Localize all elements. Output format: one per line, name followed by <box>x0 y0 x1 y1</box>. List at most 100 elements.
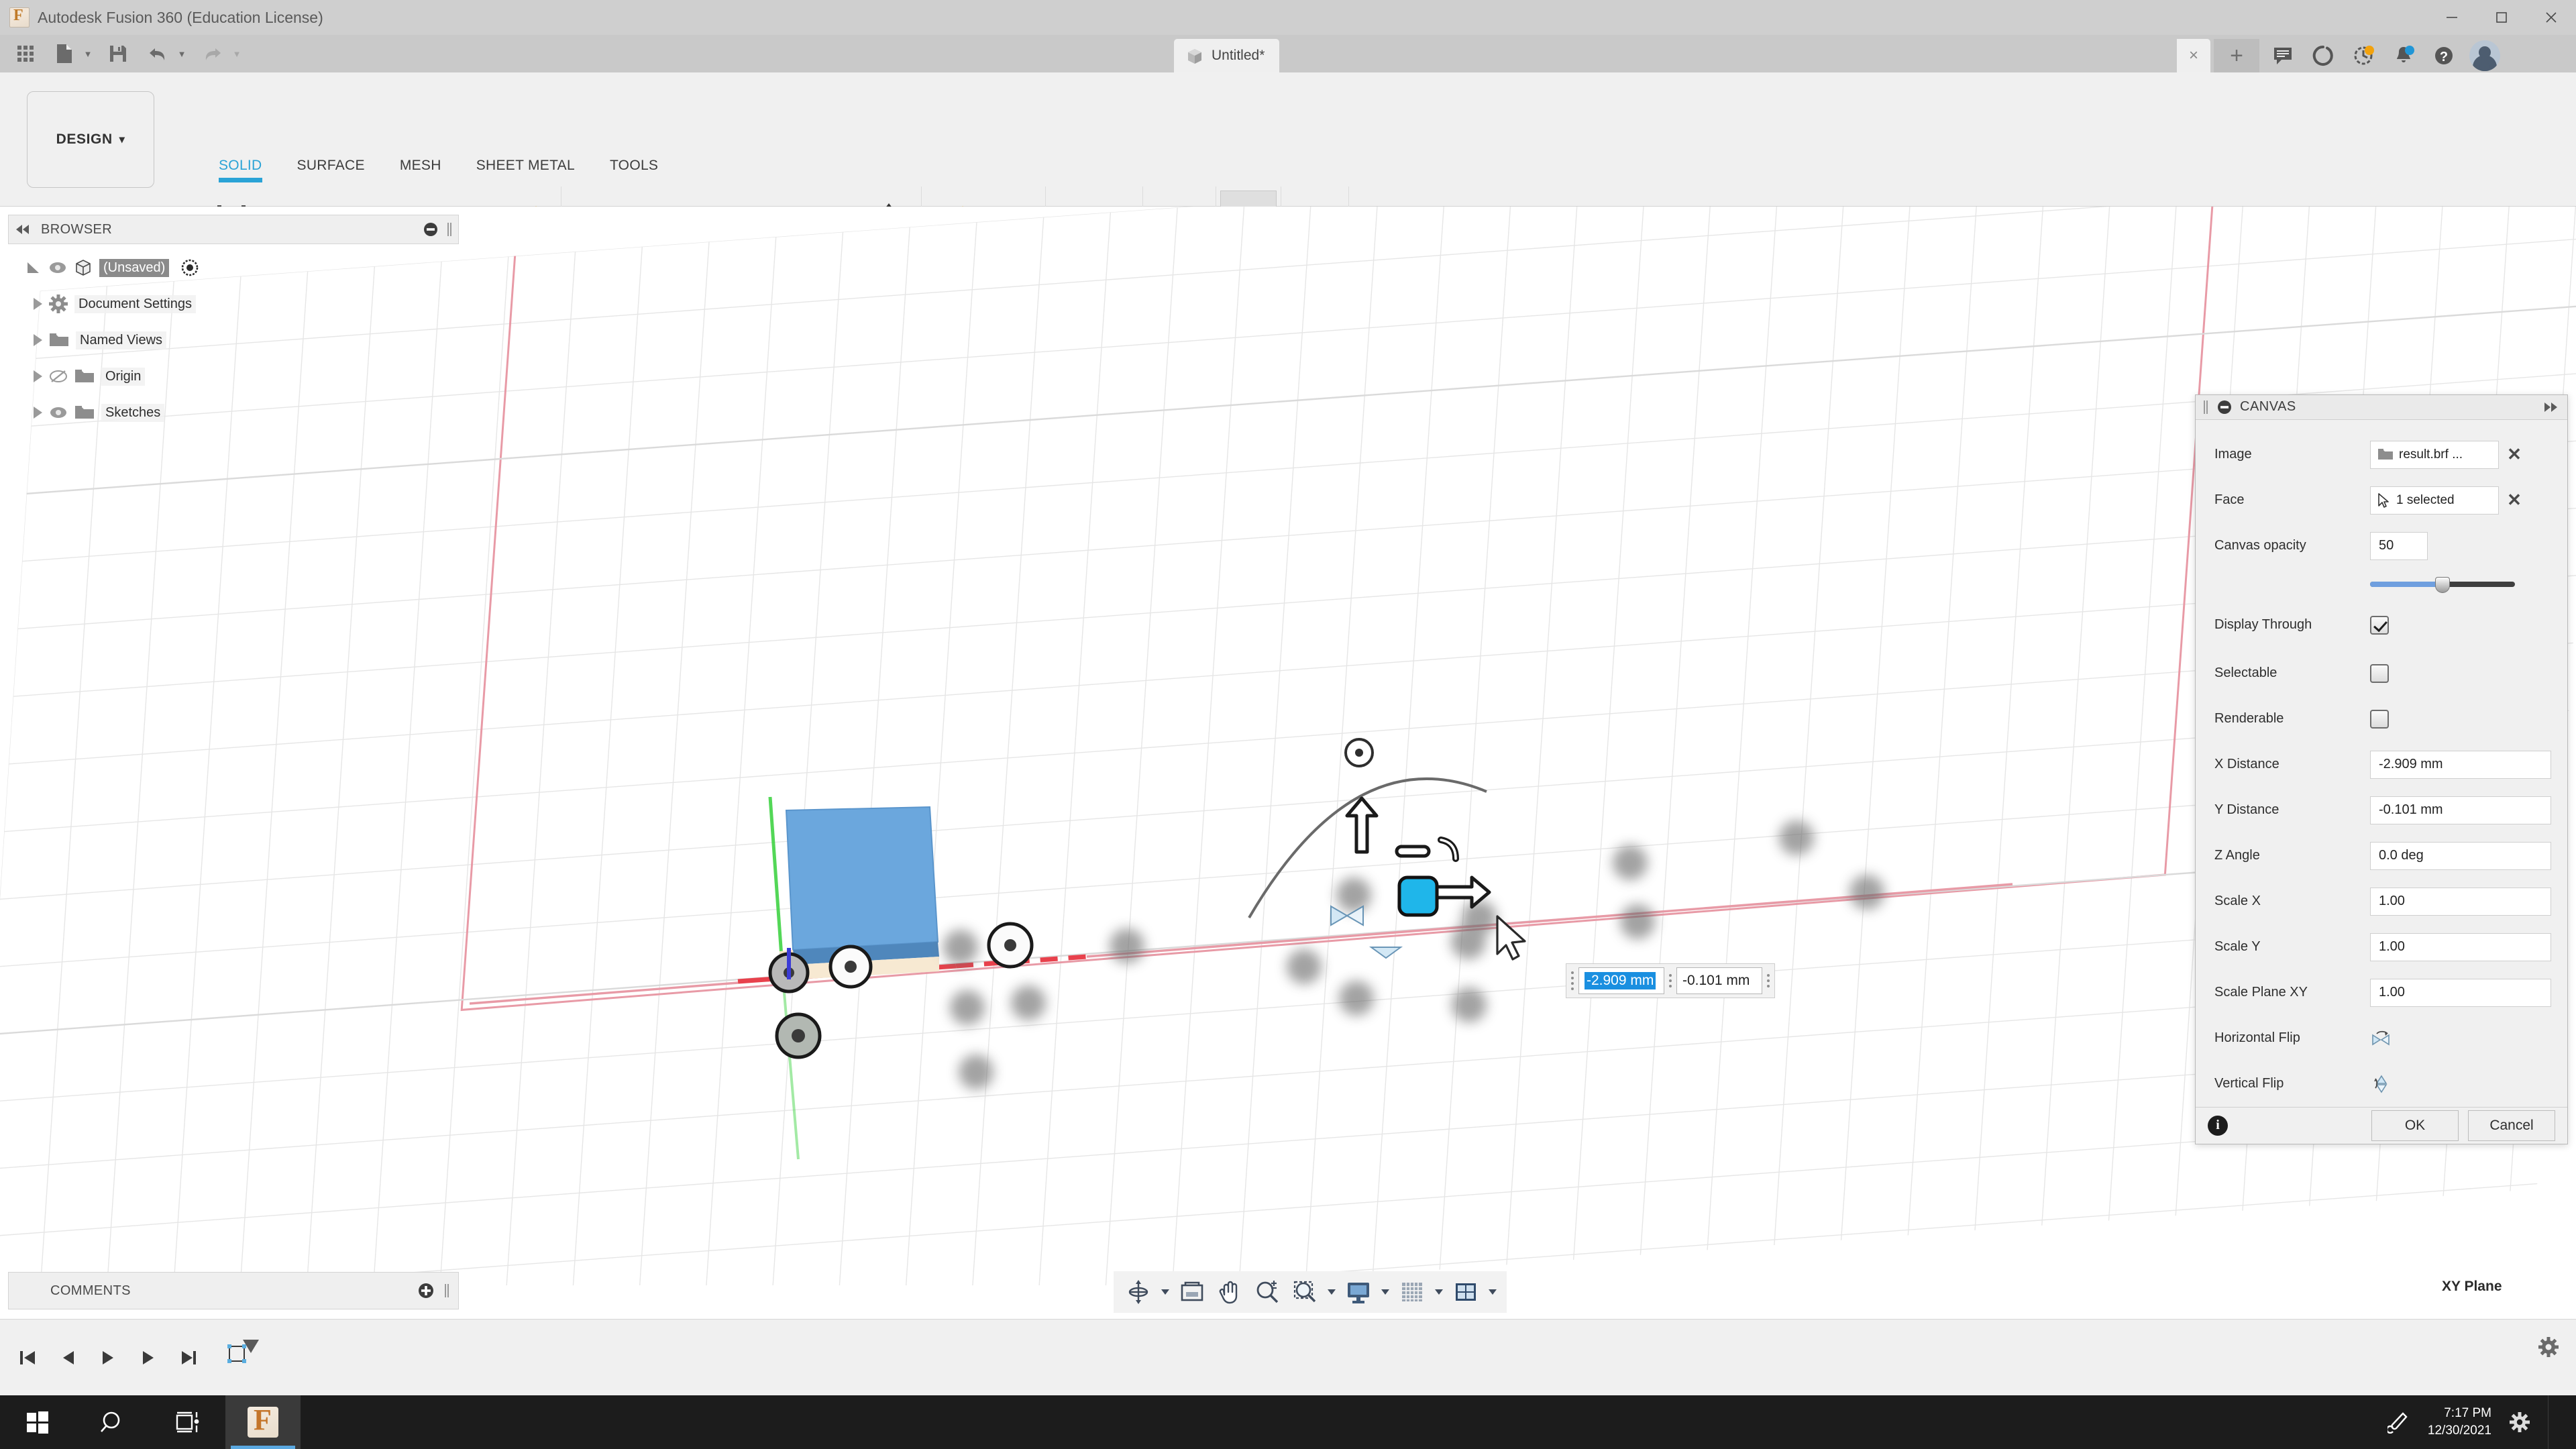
orbit-caret-icon[interactable] <box>1158 1274 1173 1310</box>
activate-target-icon[interactable] <box>181 259 199 276</box>
zoom-icon[interactable] <box>1249 1274 1285 1310</box>
ok-button[interactable]: OK <box>2371 1110 2459 1141</box>
canvas-dialog[interactable]: CANVAS Image result.brf ... ✕ Face 1 sel… <box>2195 394 2568 1144</box>
timeline-sketch-marker-icon[interactable] <box>224 1337 264 1379</box>
timeline-settings-gear-icon[interactable] <box>2538 1337 2559 1357</box>
pen-icon[interactable] <box>2387 1411 2410 1434</box>
orbit-icon[interactable] <box>1120 1274 1157 1310</box>
job-status-icon[interactable] <box>2304 39 2342 72</box>
y-distance-input[interactable]: -0.101 mm <box>2370 796 2551 824</box>
scale-y-input[interactable]: 1.00 <box>2370 932 2551 961</box>
clear-image-button[interactable]: ✕ <box>2499 444 2530 465</box>
pan-icon[interactable] <box>1212 1274 1248 1310</box>
tab-surface[interactable]: SURFACE <box>280 154 382 177</box>
y-distance-kebab-menu-icon[interactable] <box>1765 969 1772 993</box>
app-grid-icon[interactable] <box>9 39 42 68</box>
help-icon[interactable]: ? <box>2425 39 2463 72</box>
tab-mesh[interactable]: MESH <box>382 154 459 177</box>
tree-item-named-views[interactable]: Named Views <box>8 322 459 358</box>
eye-hidden-icon[interactable] <box>49 370 68 383</box>
taskbar-clock[interactable]: 7:17 PM 12/30/2021 <box>2428 1405 2491 1439</box>
collapse-left-icon[interactable] <box>14 223 32 235</box>
expand-right-icon[interactable] <box>2542 401 2561 413</box>
tab-tools[interactable]: TOOLS <box>592 154 676 177</box>
new-file-caret-icon[interactable]: ▼ <box>80 39 95 68</box>
horizontal-flip-icon[interactable] <box>2370 1028 2393 1049</box>
tree-item-origin[interactable]: Origin <box>8 358 459 394</box>
dialog-grip-icon[interactable] <box>2202 399 2209 415</box>
minus-circle-icon[interactable] <box>423 222 438 237</box>
task-view-icon[interactable] <box>150 1395 225 1449</box>
canvas-opacity-input[interactable]: 50 <box>2370 531 2428 560</box>
save-icon[interactable] <box>102 39 134 68</box>
grid-snaps-caret-icon[interactable] <box>1432 1274 1446 1310</box>
expand-arrow-icon[interactable] <box>34 407 42 419</box>
x-distance-input[interactable]: -2.909 mm <box>2370 750 2551 779</box>
show-desktop-button[interactable] <box>2548 1395 2559 1449</box>
redo-caret-icon[interactable]: ▼ <box>229 39 244 68</box>
new-file-icon[interactable] <box>48 39 80 68</box>
scale-plane-xy-input[interactable]: 1.00 <box>2370 978 2551 1007</box>
renderable-checkbox[interactable] <box>2370 709 2389 729</box>
workspace-switcher-button[interactable]: DESIGN ▾ <box>27 91 154 188</box>
fusion360-taskbar-icon[interactable] <box>225 1395 301 1449</box>
expand-arrow-icon[interactable] <box>34 370 42 382</box>
display-settings-icon[interactable] <box>1340 1274 1377 1310</box>
minus-circle-icon[interactable] <box>2217 400 2232 415</box>
x-distance-canvas-input[interactable]: -2.909 mm <box>1578 967 1664 994</box>
viewports-caret-icon[interactable] <box>1485 1274 1500 1310</box>
activity-icon[interactable] <box>2345 39 2382 72</box>
canvas-opacity-slider[interactable] <box>2370 569 2515 600</box>
notification-icon[interactable] <box>2509 1411 2530 1433</box>
zoom-window-caret-icon[interactable] <box>1324 1274 1339 1310</box>
plus-circle-icon[interactable] <box>418 1283 434 1299</box>
slider-knob[interactable] <box>2435 576 2450 593</box>
search-icon[interactable] <box>75 1395 150 1449</box>
info-icon[interactable]: i <box>2208 1115 2228 1136</box>
close-button[interactable] <box>2526 0 2576 35</box>
redo-icon[interactable] <box>196 39 229 68</box>
windows-start-icon[interactable] <box>0 1395 75 1449</box>
y-distance-canvas-input[interactable]: -0.101 mm <box>1676 967 1762 994</box>
timeline-jump-start-icon[interactable] <box>9 1337 46 1379</box>
avatar[interactable] <box>2469 40 2500 71</box>
timeline-play-icon[interactable] <box>90 1337 126 1379</box>
zoom-window-icon[interactable] <box>1287 1274 1323 1310</box>
scale-x-input[interactable]: 1.00 <box>2370 887 2551 916</box>
tree-item-unsaved[interactable]: (Unsaved) <box>8 250 459 286</box>
cancel-button[interactable]: Cancel <box>2468 1110 2555 1141</box>
document-tab[interactable]: Untitled* <box>1174 39 1280 72</box>
grid-snaps-icon[interactable] <box>1394 1274 1430 1310</box>
panel-grip-icon[interactable] <box>446 221 453 237</box>
minimize-button[interactable] <box>2427 0 2477 35</box>
face-selector[interactable]: 1 selected <box>2370 486 2499 515</box>
panel-grip-icon[interactable] <box>443 1283 450 1299</box>
eye-icon[interactable] <box>49 406 68 419</box>
expand-arrow-icon[interactable] <box>34 298 42 310</box>
undo-caret-icon[interactable]: ▼ <box>174 39 189 68</box>
tab-sheet-metal[interactable]: SHEET METAL <box>459 154 592 177</box>
timeline-step-back-icon[interactable] <box>50 1337 86 1379</box>
z-angle-input[interactable]: 0.0 deg <box>2370 841 2551 870</box>
tab-solid[interactable]: SOLID <box>201 154 280 182</box>
comments-icon[interactable] <box>2264 39 2302 72</box>
new-document-button[interactable]: + <box>2214 39 2259 72</box>
undo-icon[interactable] <box>141 39 174 68</box>
image-selector[interactable]: result.brf ... <box>2370 440 2499 469</box>
display-through-checkbox[interactable] <box>2370 615 2389 635</box>
viewports-icon[interactable] <box>1448 1274 1484 1310</box>
notifications-icon[interactable] <box>2385 39 2422 72</box>
vertical-flip-icon[interactable] <box>2370 1073 2393 1095</box>
fit-icon[interactable] <box>1174 1274 1210 1310</box>
selectable-checkbox[interactable] <box>2370 663 2389 683</box>
x-distance-kebab-menu-icon[interactable] <box>1667 969 1674 993</box>
timeline-step-forward-icon[interactable] <box>130 1337 166 1379</box>
close-document-button[interactable]: × <box>2177 39 2210 72</box>
expand-triangle-icon[interactable] <box>25 260 42 275</box>
eye-icon[interactable] <box>48 261 67 274</box>
tree-item-document-settings[interactable]: Document Settings <box>8 286 459 322</box>
display-settings-caret-icon[interactable] <box>1378 1274 1393 1310</box>
expand-arrow-icon[interactable] <box>34 334 42 346</box>
timeline-jump-end-icon[interactable] <box>170 1337 207 1379</box>
canvas-value-input-bar[interactable]: -2.909 mm -0.101 mm <box>1566 963 1775 998</box>
